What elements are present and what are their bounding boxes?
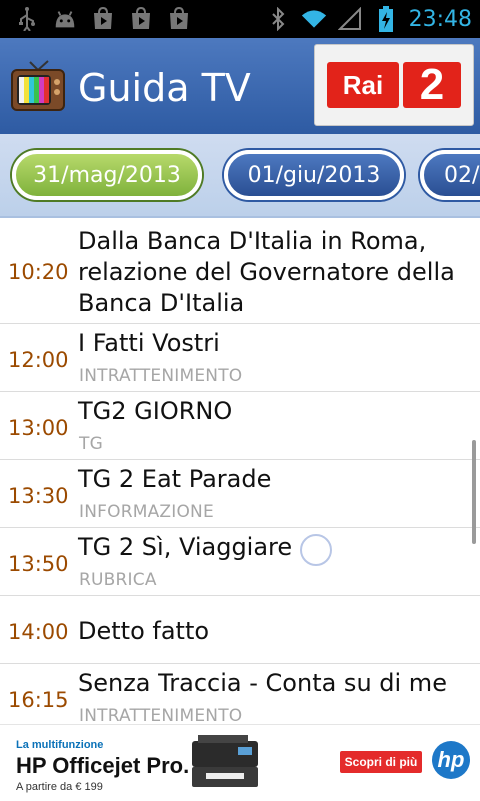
list-item[interactable]: 12:00 I Fatti Vostri INTRATTENIMENTO (0, 324, 480, 392)
list-item[interactable]: 13:50 TG 2 Sì, Viaggiare RUBRICA (0, 528, 480, 596)
hp-logo: hp (432, 741, 470, 779)
wifi-icon (301, 6, 327, 32)
page-title: Guida TV (78, 66, 251, 110)
program-time: 13:00 (8, 416, 69, 440)
program-genre: TG (79, 434, 103, 454)
program-title: Senza Traccia - Conta su di me (78, 669, 447, 697)
status-bar: 23:48 (0, 0, 480, 38)
play-store-icon (90, 6, 116, 32)
list-item[interactable]: 13:30 TG 2 Eat Parade INFORMAZIONE (0, 460, 480, 528)
channel-logo-label: Rai (327, 62, 399, 108)
ad-tagline: La multifunzione (16, 739, 104, 751)
clock: 23:48 (408, 6, 472, 32)
printer-image (188, 733, 262, 791)
bluetooth-icon (265, 6, 291, 32)
android-icon (52, 6, 78, 32)
signal-icon (337, 6, 363, 32)
program-title-line: Banca D'Italia (78, 289, 245, 317)
ad-cta-button[interactable]: Scopri di più (340, 751, 422, 773)
program-genre: INTRATTENIMENTO (79, 366, 243, 386)
program-time: 13:50 (8, 552, 69, 576)
program-title: TG 2 Sì, Viaggiare (78, 533, 293, 561)
program-title: I Fatti Vostri (78, 329, 220, 357)
program-genre: INTRATTENIMENTO (79, 706, 243, 724)
date-tab-selected[interactable]: 31/mag/2013 (12, 150, 202, 200)
program-time: 10:20 (8, 260, 69, 284)
schedule-list[interactable]: 10:20 Dalla Banca D'Italia in Roma, rela… (0, 218, 480, 724)
program-title: TG 2 Eat Parade (78, 465, 272, 493)
channel-logo[interactable]: Rai 2 (314, 44, 474, 126)
app-header: Guida TV Rai 2 (0, 38, 480, 134)
play-store-icon (128, 6, 154, 32)
list-item[interactable]: 13:00 TG2 GIORNO TG (0, 392, 480, 460)
program-title-line: relazione del Governatore della (78, 258, 455, 286)
list-item[interactable]: 10:20 Dalla Banca D'Italia in Roma, rela… (0, 218, 480, 324)
program-title-line: Dalla Banca D'Italia in Roma, (78, 227, 427, 255)
program-time: 16:15 (8, 688, 69, 712)
program-genre: RUBRICA (79, 570, 157, 590)
program-genre: INFORMAZIONE (79, 502, 214, 522)
program-time: 12:00 (8, 348, 69, 372)
program-title: TG2 GIORNO (78, 397, 233, 425)
ad-price: A partire da € 199 (16, 781, 103, 793)
date-tabs: 31/mag/2013 01/giu/2013 02/ (0, 134, 480, 218)
tv-icon (10, 58, 66, 114)
program-time: 13:30 (8, 484, 69, 508)
ad-product: HP Officejet Pro. (16, 753, 190, 778)
ad-banner[interactable]: La multifunzione HP Officejet Pro. A par… (0, 724, 480, 801)
program-title: Detto fatto (78, 617, 210, 645)
program-title: Dalla Banca D'Italia in Roma, relazione … (78, 226, 455, 319)
date-tab[interactable]: 02/ (420, 150, 480, 200)
usb-icon (14, 6, 40, 32)
channel-logo-number: 2 (403, 60, 461, 109)
program-time: 14:00 (8, 620, 69, 644)
list-item[interactable]: 16:15 Senza Traccia - Conta su di me INT… (0, 664, 480, 724)
battery-charging-icon (373, 6, 399, 32)
list-item[interactable]: 14:00 Detto fatto (0, 596, 480, 664)
play-store-icon (166, 6, 192, 32)
scrollbar[interactable] (472, 440, 476, 544)
touch-indicator (300, 534, 332, 566)
date-tab[interactable]: 01/giu/2013 (224, 150, 404, 200)
